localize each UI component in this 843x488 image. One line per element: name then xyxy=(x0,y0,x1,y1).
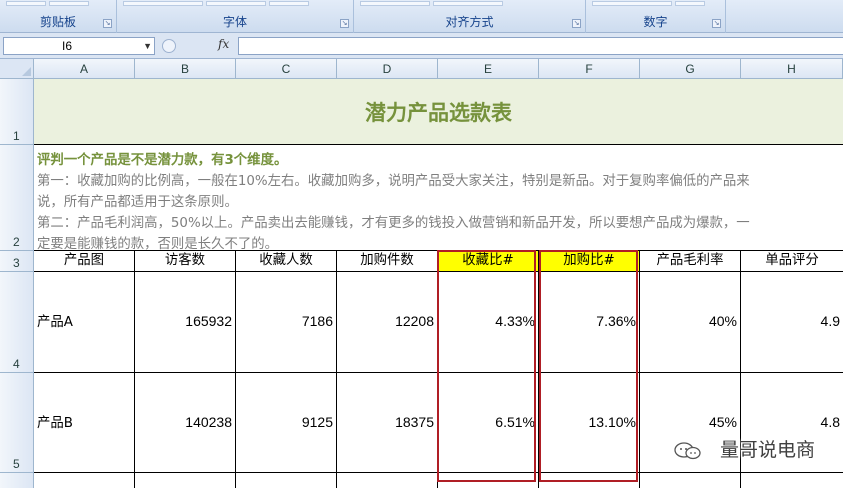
description-line: 说，所有产品都适用于这条原则。 xyxy=(37,195,238,210)
formula-input[interactable] xyxy=(238,37,843,55)
empty-cell[interactable] xyxy=(236,473,337,488)
row-header-4[interactable]: 4 xyxy=(0,272,34,373)
favorite-ratio-cell[interactable]: 4.33% xyxy=(438,272,539,373)
clipboard-group: 剪贴板 ↘ xyxy=(0,0,117,33)
select-all-corner[interactable] xyxy=(0,59,34,79)
empty-cell[interactable] xyxy=(539,473,640,488)
header-visitors[interactable]: 访客数 xyxy=(135,251,236,272)
column-header-f[interactable]: F xyxy=(539,59,640,79)
alignment-group: 对齐方式 ↘ xyxy=(354,0,586,33)
description-line: 定要是能赚钱的款，否则是长久不了的。 xyxy=(37,237,279,251)
visitors-cell[interactable]: 165932 xyxy=(135,272,236,373)
product-name-cell[interactable]: 产品A xyxy=(34,272,135,373)
column-header-h[interactable]: H xyxy=(741,59,843,79)
name-box-dropdown-icon[interactable]: ▼ xyxy=(143,38,152,54)
insert-function-button[interactable]: fx xyxy=(218,37,229,51)
ribbon: 剪贴板 ↘ 字体 ↘ 对齐方式 ↘ 数字 ↘ xyxy=(0,0,843,33)
cart-ratio-cell[interactable]: 13.10% xyxy=(539,373,640,473)
row-header-6[interactable] xyxy=(0,473,34,488)
column-header-g[interactable]: G xyxy=(640,59,741,79)
row-header-5[interactable]: 5 xyxy=(0,373,34,473)
gross-margin-cell[interactable]: 40% xyxy=(640,272,741,373)
formula-bar: I6 ▼ fx xyxy=(0,33,843,59)
clipboard-group-label: 剪贴板 xyxy=(39,15,76,29)
cart-ratio-cell[interactable]: 7.36% xyxy=(539,272,640,373)
column-header-d[interactable]: D xyxy=(337,59,438,79)
header-favorites[interactable]: 收藏人数 xyxy=(236,251,337,272)
chat-bubble-icon xyxy=(674,442,701,460)
empty-cell[interactable] xyxy=(135,473,236,488)
favorites-cell[interactable]: 7186 xyxy=(236,272,337,373)
font-launcher-icon[interactable]: ↘ xyxy=(340,19,349,28)
header-add-to-cart[interactable]: 加购件数 xyxy=(337,251,438,272)
row-header-1[interactable]: 1 xyxy=(0,79,34,145)
product-name-cell[interactable]: 产品B xyxy=(34,373,135,473)
rating-cell[interactable]: 4.9 xyxy=(741,272,843,373)
column-header-b[interactable]: B xyxy=(135,59,236,79)
alignment-launcher-icon[interactable]: ↘ xyxy=(572,19,581,28)
empty-cell[interactable] xyxy=(741,473,843,488)
column-header-a[interactable]: A xyxy=(34,59,135,79)
description-line: 第一：收藏加购的比例高，一般在10%左右。收藏加购多，说明产品受大家关注，特别是… xyxy=(37,174,750,189)
description-line: 第二：产品毛利润高，50%以上。产品卖出去能赚钱，才有更多的钱投入做营销和新品开… xyxy=(37,216,750,231)
add-to-cart-cell[interactable]: 12208 xyxy=(337,272,438,373)
favorite-ratio-cell[interactable]: 6.51% xyxy=(438,373,539,473)
formula-controls: fx xyxy=(160,37,238,55)
empty-cell[interactable] xyxy=(337,473,438,488)
alignment-group-label: 对齐方式 xyxy=(445,15,494,29)
font-group-label: 字体 xyxy=(222,15,247,29)
row-header-3[interactable]: 3 xyxy=(0,251,34,272)
visitors-cell[interactable]: 140238 xyxy=(135,373,236,473)
empty-cell[interactable] xyxy=(438,473,539,488)
row-header-2[interactable]: 2 xyxy=(0,145,34,251)
font-group: 字体 ↘ xyxy=(117,0,354,33)
clipboard-launcher-icon[interactable]: ↘ xyxy=(103,19,112,28)
name-box[interactable]: I6 ▼ xyxy=(3,37,155,55)
header-product-image[interactable]: 产品图 xyxy=(34,251,135,272)
description-cell[interactable]: 评判一个产品是不是潜力款，有3个维度。 第一：收藏加购的比例高，一般在10%左右… xyxy=(34,145,843,251)
header-gross-margin[interactable]: 产品毛利率 xyxy=(640,251,741,272)
column-header-c[interactable]: C xyxy=(236,59,337,79)
header-rating[interactable]: 单品评分 xyxy=(741,251,843,272)
number-group: 数字 ↘ xyxy=(586,0,726,33)
watermark-text: 量哥说电商 xyxy=(719,439,815,461)
empty-cell[interactable] xyxy=(640,473,741,488)
number-launcher-icon[interactable]: ↘ xyxy=(712,19,721,28)
name-box-value: I6 xyxy=(62,39,73,53)
title-cell[interactable]: 潜力产品选款表 xyxy=(34,79,843,145)
expand-formula-icon[interactable] xyxy=(162,39,176,53)
number-group-label: 数字 xyxy=(643,15,668,29)
favorites-cell[interactable]: 9125 xyxy=(236,373,337,473)
header-cart-ratio[interactable]: 加购比# xyxy=(539,251,640,272)
header-favorite-ratio[interactable]: 收藏比# xyxy=(438,251,539,272)
sheet-title: 潜力产品选款表 xyxy=(365,101,512,125)
description-heading: 评判一个产品是不是潜力款，有3个维度。 xyxy=(37,153,288,168)
column-header-e[interactable]: E xyxy=(438,59,539,79)
add-to-cart-cell[interactable]: 18375 xyxy=(337,373,438,473)
empty-cell[interactable] xyxy=(34,473,135,488)
